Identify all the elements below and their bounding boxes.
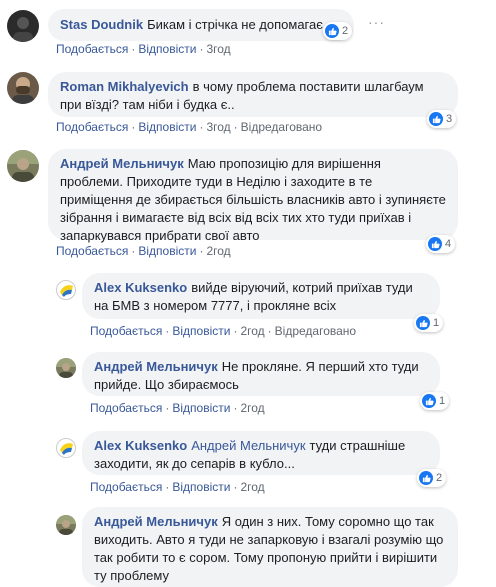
comment-time[interactable]: 2год [240,401,264,415]
avatar[interactable] [7,150,39,182]
comment-author[interactable]: Alex Kuksenko [94,438,187,453]
comment-time[interactable]: 2год [240,480,264,494]
comment-time[interactable]: 2год [240,324,264,338]
reaction-count[interactable]: 1 [414,314,444,332]
like-link[interactable]: Подобається [90,401,162,415]
avatar[interactable] [56,280,76,300]
comment-author[interactable]: Roman Mikhalyevich [60,79,189,94]
reply-link[interactable]: Відповісти [172,401,230,415]
reaction-count[interactable]: 3 [427,110,457,128]
more-options-icon[interactable]: ··· [368,14,385,30]
comment-bubble: Alex Kuksenko Андрей Мельничук туди страшн… [82,431,440,475]
reply-link[interactable]: Відповісти [172,324,230,338]
avatar[interactable] [7,72,39,104]
thumbs-up-icon [325,24,339,38]
thumbs-up-icon [416,316,430,330]
reply-link[interactable]: Відповісти [172,480,230,494]
comment-author[interactable]: Андрей Мельничук [94,359,218,374]
reply-link[interactable]: Відповісти [138,120,196,134]
edited-label[interactable]: Відредаговано [241,120,322,134]
avatar[interactable] [56,438,76,458]
comment-actions: Подобається · Відповісти · 3год [56,42,231,56]
comment-actions: Подобається · Відповісти · 2год [90,480,265,494]
thumbs-up-icon [429,112,443,126]
comment-text: Бикам і стрічка не допомагає. [147,17,327,32]
like-link[interactable]: Подобається [56,244,128,258]
comment-author[interactable]: Alex Kuksenko [94,280,187,295]
comment-actions: Подобається · Відповісти · 2год · Відредагован… [90,324,357,338]
avatar[interactable] [56,358,76,378]
comment-bubble: Андрей Мельничук Я один з них. Тому сором… [82,507,458,587]
thumbs-up-icon [422,394,436,408]
reaction-count[interactable]: 1 [420,392,450,410]
comment-author[interactable]: Андрей Мельничук [60,156,184,171]
comment-author[interactable]: Андрей Мельничук [94,514,218,529]
comment-author[interactable]: Stas Doudnik [60,17,143,32]
like-link[interactable]: Подобається [90,480,162,494]
avatar[interactable] [7,10,39,42]
comment-bubble: Alex Kuksenko вийде віруючий, котрий приї… [82,273,440,319]
edited-label[interactable]: Відредаговано [275,324,356,338]
comment-time[interactable]: 3год [206,120,230,134]
comment-time[interactable]: 2год [206,244,230,258]
comment-actions: Подобається · Відповісти · 3год · Відредагован… [56,120,323,134]
comment-time[interactable]: 3год [206,42,230,56]
thumbs-up-icon [419,471,433,485]
reaction-count[interactable]: 2 [323,22,353,40]
comment-actions: Подобається · Відповісти · 2год [56,244,231,258]
comment-bubble: Stas Doudnik Бикам і стрічка не допомагає… [48,9,354,41]
avatar[interactable] [56,515,76,535]
reaction-count[interactable]: 4 [426,235,456,253]
reaction-count[interactable]: 2 [417,469,447,487]
comment-bubble: Андрей Мельничук Не прокляне. Я перший хт… [82,352,440,396]
comment-bubble: Андрей Мельничук Маю пропозицію для виріш… [48,149,458,243]
reply-link[interactable]: Відповісти [138,42,196,56]
comment-bubble: Roman Mikhalyevich в чому проблема постав… [48,72,458,117]
like-link[interactable]: Подобається [90,324,162,338]
like-link[interactable]: Подобається [56,120,128,134]
mention-link[interactable]: Андрей Мельничук [191,438,305,453]
comment-actions: Подобається · Відповісти · 2год [90,401,265,415]
thumbs-up-icon [428,237,442,251]
reply-link[interactable]: Відповісти [138,244,196,258]
like-link[interactable]: Подобається [56,42,128,56]
